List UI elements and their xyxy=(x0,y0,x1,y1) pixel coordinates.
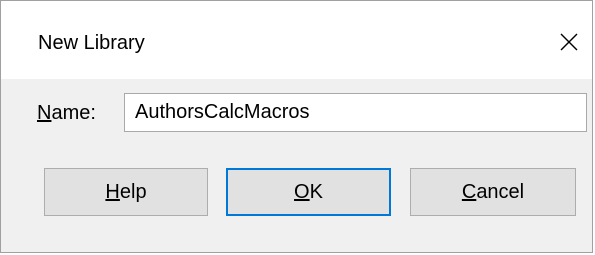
close-icon xyxy=(560,33,578,51)
new-library-dialog: New Library Name: Help OK Cancel xyxy=(0,0,593,253)
cancel-button-text: ancel xyxy=(476,180,525,203)
help-button[interactable]: Help xyxy=(44,168,208,216)
title-bar: New Library xyxy=(1,1,592,79)
help-button-mnemonic: H xyxy=(105,180,120,203)
help-button-text: elp xyxy=(119,180,147,203)
close-button[interactable] xyxy=(546,21,592,63)
library-name-input[interactable] xyxy=(124,93,587,132)
ok-button-text: K xyxy=(309,180,323,203)
name-label-text: ame: xyxy=(51,102,96,124)
ok-button[interactable]: OK xyxy=(226,168,391,216)
name-label-mnemonic: N xyxy=(37,102,52,124)
dialog-title: New Library xyxy=(38,32,145,54)
cancel-button[interactable]: Cancel xyxy=(410,168,576,216)
ok-button-mnemonic: O xyxy=(294,180,310,203)
name-label: Name: xyxy=(37,101,96,125)
cancel-button-mnemonic: C xyxy=(461,180,477,203)
